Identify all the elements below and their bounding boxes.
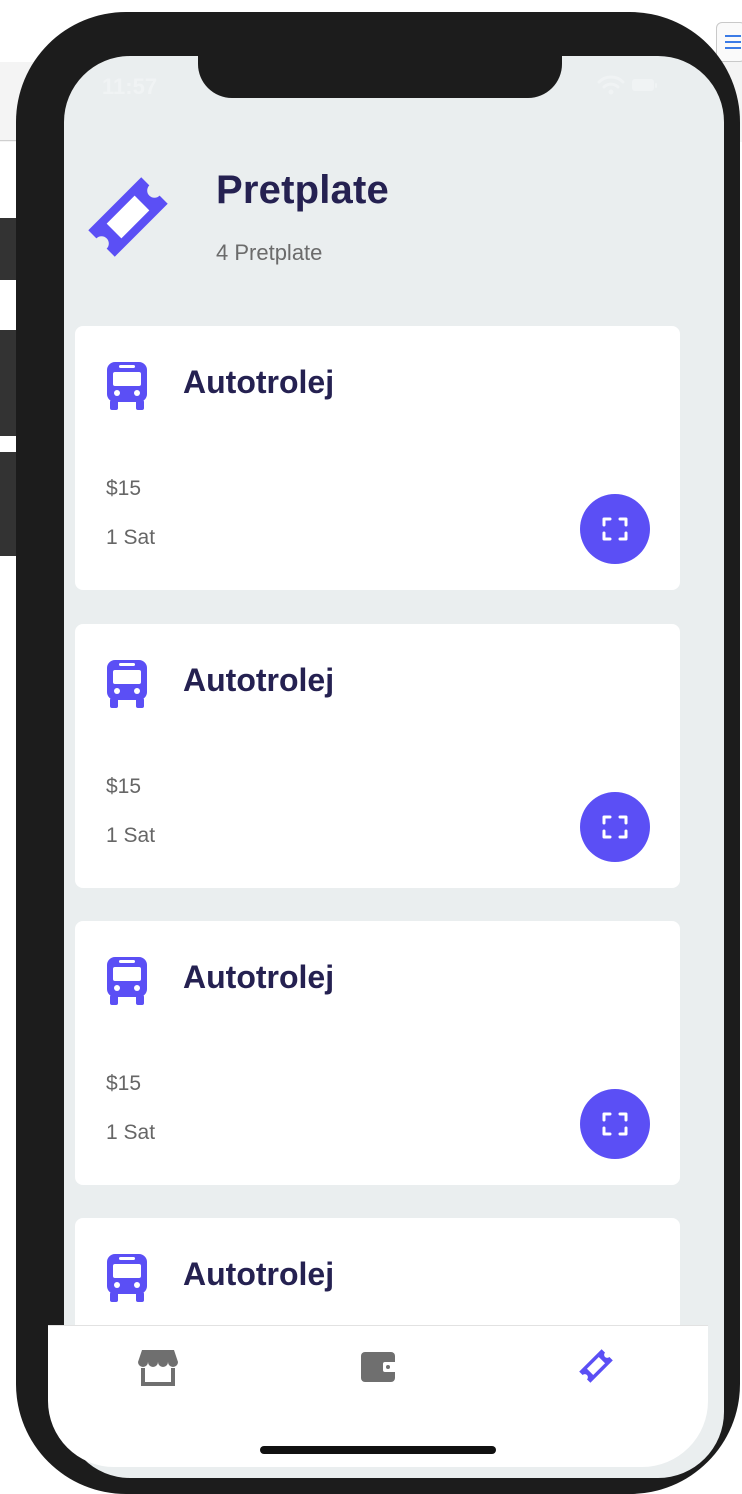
bus-icon xyxy=(107,957,147,1005)
scan-icon xyxy=(602,517,628,541)
subscription-card[interactable]: Autotrolej xyxy=(75,1218,680,1325)
bus-icon xyxy=(107,362,147,410)
scan-icon xyxy=(602,1112,628,1136)
scan-button[interactable] xyxy=(580,1089,650,1159)
card-title: Autotrolej xyxy=(183,364,335,400)
card-price: $15 xyxy=(106,775,142,798)
tab-wallet[interactable] xyxy=(357,1344,401,1388)
bottom-tab-bar xyxy=(48,1325,708,1467)
page-title: Pretplate xyxy=(216,168,389,212)
ticket-icon xyxy=(88,177,168,257)
ticket-icon xyxy=(579,1349,613,1383)
store-icon xyxy=(138,1350,178,1386)
bus-icon xyxy=(107,1254,147,1302)
card-duration: 1 Sat xyxy=(106,824,156,847)
background-menu-button xyxy=(716,22,742,62)
tab-store[interactable] xyxy=(136,1344,180,1388)
card-duration: 1 Sat xyxy=(106,1121,156,1144)
card-duration: 1 Sat xyxy=(106,526,156,549)
card-price: $15 xyxy=(106,1072,142,1095)
card-title: Autotrolej xyxy=(183,1256,335,1292)
phone-notch xyxy=(198,44,562,98)
page-subtitle: 4 Pretplate xyxy=(216,240,323,265)
home-indicator xyxy=(260,1446,496,1454)
subscription-card[interactable]: Autotrolej $15 1 Sat xyxy=(75,624,680,888)
scan-button[interactable] xyxy=(580,494,650,564)
bus-icon xyxy=(107,660,147,708)
card-price: $15 xyxy=(106,477,142,500)
subscription-card[interactable]: Autotrolej $15 1 Sat xyxy=(75,921,680,1185)
card-title: Autotrolej xyxy=(183,662,335,698)
subscription-card[interactable]: Autotrolej $15 1 Sat xyxy=(75,326,680,590)
wallet-icon xyxy=(361,1352,397,1382)
tab-tickets[interactable] xyxy=(574,1344,618,1388)
status-time: 11:57 xyxy=(102,74,158,99)
card-title: Autotrolej xyxy=(183,959,335,995)
status-icons xyxy=(596,74,660,101)
wifi-icon xyxy=(597,75,625,95)
scan-button[interactable] xyxy=(580,792,650,862)
battery-icon xyxy=(632,79,658,91)
scan-icon xyxy=(602,815,628,839)
